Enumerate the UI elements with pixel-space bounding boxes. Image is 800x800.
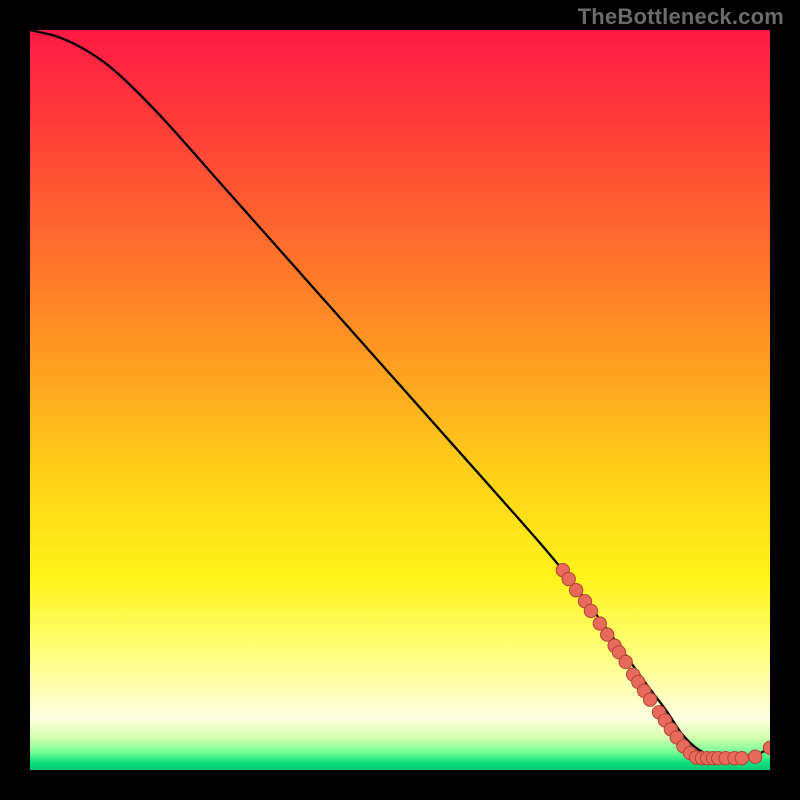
chart-frame: TheBottleneck.com — [0, 0, 800, 800]
data-point — [569, 584, 582, 597]
data-point — [749, 750, 762, 763]
gradient-background — [30, 30, 770, 770]
data-point — [735, 752, 748, 765]
chart-plot-area — [30, 30, 770, 770]
data-point — [619, 655, 632, 668]
data-point — [643, 693, 656, 706]
chart-svg — [30, 30, 770, 770]
data-point — [584, 604, 597, 617]
attribution-label: TheBottleneck.com — [578, 4, 784, 30]
